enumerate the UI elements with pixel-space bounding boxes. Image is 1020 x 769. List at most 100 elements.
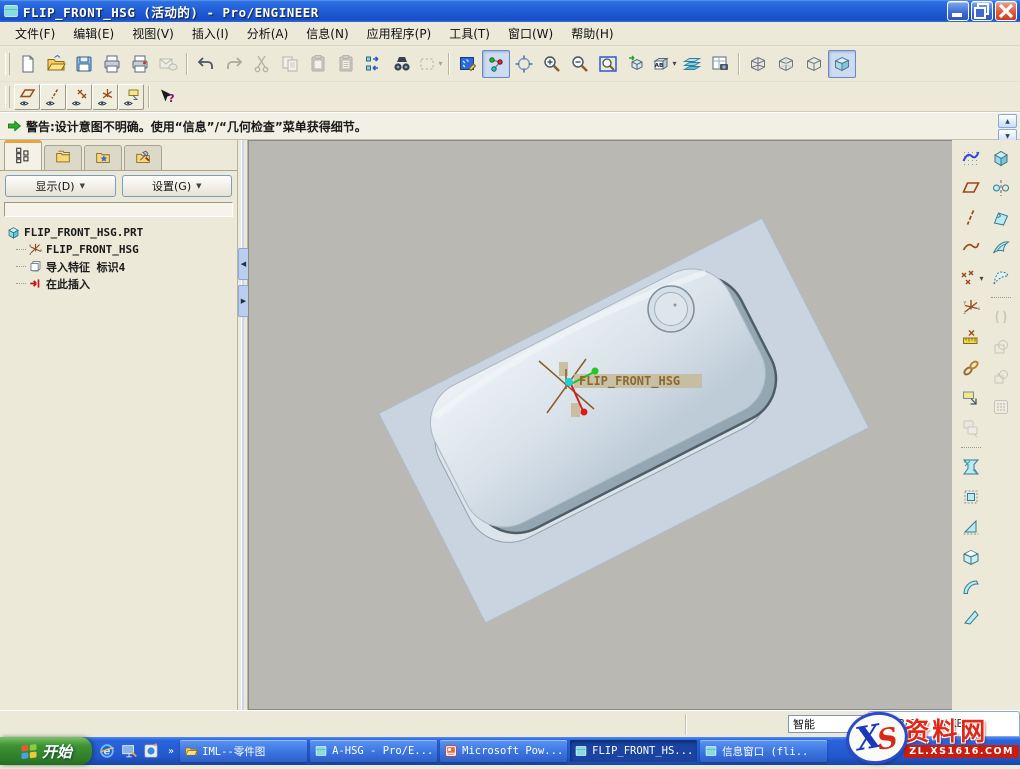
datum-plane-button[interactable]	[957, 174, 985, 202]
tree-node-label: FLIP_FRONT_HSG.PRT	[24, 226, 143, 239]
saved-views-button[interactable]: AB▾	[650, 50, 678, 78]
regenerate-button[interactable]	[360, 50, 388, 78]
plane-display-button[interactable]	[14, 84, 40, 110]
part-icon	[6, 225, 21, 240]
tree-node[interactable]: 在此插入	[6, 275, 235, 292]
context-help-button[interactable]: ?	[154, 84, 180, 110]
menu-applications[interactable]: 应用程序(P)	[358, 23, 441, 44]
pattern-tool-button	[987, 393, 1015, 421]
restore-button[interactable]	[971, 1, 993, 21]
menu-help[interactable]: 帮助(H)	[562, 23, 622, 44]
zoom-in-button[interactable]	[538, 50, 566, 78]
shaded-button[interactable]	[828, 50, 856, 78]
menu-info[interactable]: 信息(N)	[297, 23, 357, 44]
tree-header-strip	[4, 202, 233, 217]
panel-splitter[interactable]: ◀ ▶	[238, 140, 248, 710]
toolbar-grip[interactable]	[5, 53, 10, 75]
menu-view[interactable]: 视图(V)	[123, 23, 183, 44]
spin-center-button[interactable]	[482, 50, 510, 78]
wireframe-button[interactable]	[744, 50, 772, 78]
cut-icon	[252, 54, 272, 74]
new-button[interactable]	[14, 50, 42, 78]
quick-launch-internet-explorer[interactable]: e	[98, 742, 116, 760]
menu-insert[interactable]: 插入(I)	[183, 23, 238, 44]
task-button[interactable]: 信息窗口 (fli..	[700, 740, 827, 762]
proe-task-icon	[574, 744, 588, 758]
open-button[interactable]	[42, 50, 70, 78]
orient-mode-button[interactable]	[510, 50, 538, 78]
fill-tool-button[interactable]	[987, 204, 1015, 232]
folder-task-icon	[184, 744, 198, 758]
navigator-tab-connections[interactable]	[124, 145, 162, 170]
boundary-blend-button[interactable]	[987, 234, 1015, 262]
start-button[interactable]: 开始	[0, 737, 92, 765]
datum-point-button[interactable]: ▾	[957, 264, 985, 292]
offset-surface-button[interactable]	[957, 483, 985, 511]
mirror-tool-button[interactable]	[987, 174, 1015, 202]
hidden-line-button[interactable]	[772, 50, 800, 78]
undo-button[interactable]	[192, 50, 220, 78]
datum-axis-button[interactable]	[957, 204, 985, 232]
shell-tool-button[interactable]	[957, 543, 985, 571]
show-dropdown-button[interactable]: 显示(D)▼	[5, 175, 116, 197]
task-button[interactable]: FLIP_FRONT_HS...	[570, 740, 697, 762]
print-setup-button[interactable]	[126, 50, 154, 78]
task-button[interactable]: IML--零件图	[180, 740, 307, 762]
quick-launch-media-app[interactable]	[142, 742, 160, 760]
print-button[interactable]	[98, 50, 126, 78]
csys-label: FLIP_FRONT_HSG	[579, 374, 680, 389]
annotate-button[interactable]	[957, 384, 985, 412]
quick-launch-chevron[interactable]: »	[168, 746, 174, 757]
csys-display-button[interactable]	[92, 84, 118, 110]
view-manager-button[interactable]	[706, 50, 734, 78]
toolbar-separator	[991, 297, 1011, 298]
navigator-tab-model-tree[interactable]	[4, 140, 42, 170]
quick-launch-show-desktop[interactable]	[120, 742, 138, 760]
find-button[interactable]	[388, 50, 416, 78]
datum-display-toolbar: ?	[0, 82, 1020, 112]
tree-node[interactable]: yzxFLIP_FRONT_HSG	[6, 241, 235, 258]
settings-dropdown-button[interactable]: 设置(G)▼	[122, 175, 233, 197]
menu-window[interactable]: 窗口(W)	[499, 23, 562, 44]
menu-tools[interactable]: 工具(T)	[440, 23, 499, 44]
menu-analysis[interactable]: 分析(A)	[238, 23, 298, 44]
ppt-task-icon	[444, 744, 458, 758]
message-scroll-up-button[interactable]: ▲	[998, 114, 1017, 128]
menu-file[interactable]: 文件(F)	[6, 23, 64, 44]
zoom-out-button[interactable]	[566, 50, 594, 78]
navigator-tab-folder-browser[interactable]	[44, 145, 82, 170]
round-tool-button[interactable]	[957, 573, 985, 601]
no-hidden-button[interactable]	[800, 50, 828, 78]
style-surface-button[interactable]	[987, 264, 1015, 292]
toolbar-grip[interactable]	[5, 86, 10, 108]
lens-boss[interactable]	[648, 286, 694, 332]
minimize-button[interactable]	[947, 1, 969, 21]
close-button[interactable]	[995, 1, 1017, 21]
menu-edit[interactable]: 编辑(E)	[64, 23, 123, 44]
graphics-viewport[interactable]: FLIP_FRONT_HSG	[248, 140, 952, 710]
measure-button[interactable]	[957, 324, 985, 352]
task-button[interactable]: A-HSG - Pro/E...	[310, 740, 437, 762]
point-display-button[interactable]	[66, 84, 92, 110]
draft-tool-button[interactable]	[957, 513, 985, 541]
axis-display-button[interactable]	[40, 84, 66, 110]
reorient-view-button[interactable]	[622, 50, 650, 78]
datum-csys-button[interactable]: yxz	[957, 294, 985, 322]
chain-button[interactable]	[957, 354, 985, 382]
window-title: FLIP_FRONT_HSG (活动的) - Pro/ENGINEER	[23, 2, 947, 21]
curve-tool-button[interactable]	[957, 234, 985, 262]
navigator-tab-favorites[interactable]	[84, 145, 122, 170]
layers-button[interactable]	[678, 50, 706, 78]
windows-logo-icon	[20, 742, 38, 760]
tree-node[interactable]: 导入特征 标识4	[6, 258, 235, 275]
chamfer-tool-button[interactable]	[957, 603, 985, 631]
annotation-display-button[interactable]	[118, 84, 144, 110]
extrude-section-button[interactable]	[957, 453, 985, 481]
tree-node[interactable]: FLIP_FRONT_HSG.PRT	[6, 224, 235, 241]
save-button[interactable]	[70, 50, 98, 78]
zoom-fit-button[interactable]	[594, 50, 622, 78]
repaint-button[interactable]	[454, 50, 482, 78]
style-tool-button[interactable]	[957, 144, 985, 172]
task-button[interactable]: Microsoft Pow...	[440, 740, 567, 762]
extrude-tool-button[interactable]	[987, 144, 1015, 172]
